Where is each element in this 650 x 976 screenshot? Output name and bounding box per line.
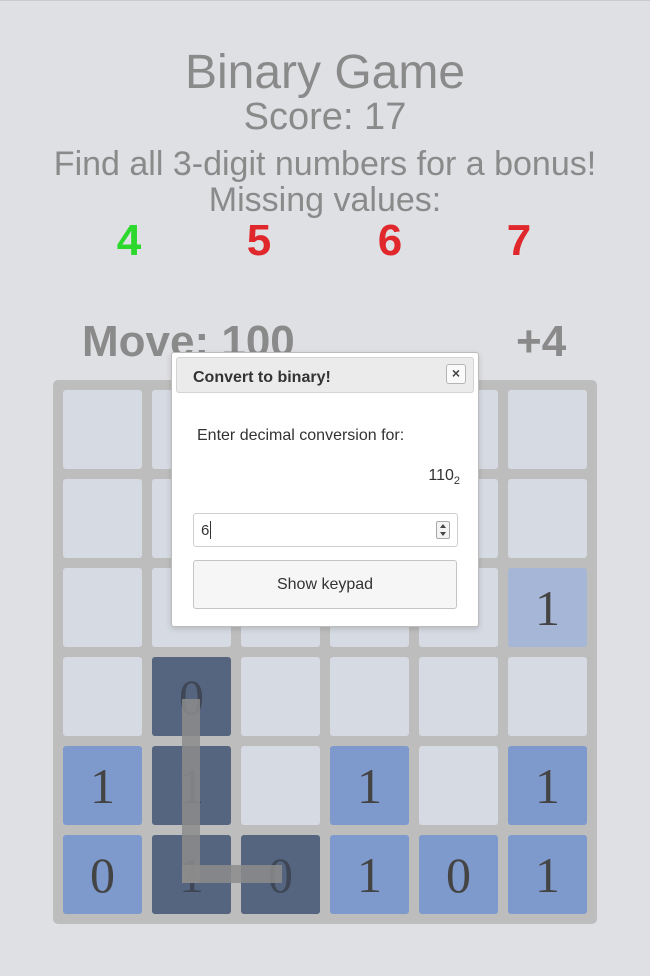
move-bonus: +4 (516, 317, 567, 366)
board-cell[interactable] (241, 657, 320, 736)
board-cell[interactable] (330, 657, 409, 736)
decimal-input[interactable]: 6 (193, 513, 458, 547)
decimal-input-value: 6 (201, 522, 210, 539)
bonus-hint: Find all 3-digit numbers for a bonus! (53, 145, 597, 183)
score-display: Score: 17 (243, 96, 407, 138)
board-cell[interactable] (419, 657, 498, 736)
board-cell[interactable]: 1 (330, 746, 409, 825)
board-cell[interactable] (508, 390, 587, 469)
selection-path (182, 865, 282, 883)
board-cell[interactable]: 1 (508, 835, 587, 914)
board-cell[interactable]: 1 (508, 746, 587, 825)
missing-value: 5 (246, 216, 272, 265)
selection-path (182, 699, 200, 883)
board-cell[interactable] (241, 746, 320, 825)
board-cell[interactable]: 0 (419, 835, 498, 914)
spinner-up-icon[interactable] (440, 524, 446, 528)
spinner-down-icon[interactable] (440, 532, 446, 536)
board-cell[interactable] (63, 390, 142, 469)
board-cell[interactable]: 1 (330, 835, 409, 914)
text-caret (210, 521, 211, 539)
dialog-header: Convert to binary! × (176, 357, 474, 393)
board-cell[interactable] (63, 568, 142, 647)
board-cell[interactable]: 0 (63, 835, 142, 914)
number-spinner[interactable] (436, 521, 450, 539)
board-cell[interactable] (508, 479, 587, 558)
board-cell[interactable]: 1 (63, 746, 142, 825)
board-cell[interactable]: 1 (508, 568, 587, 647)
board-cell[interactable] (63, 479, 142, 558)
missing-value: 7 (506, 216, 532, 265)
convert-dialog: Convert to binary! × Enter decimal conve… (171, 352, 479, 627)
dialog-title: Convert to binary! (193, 369, 331, 386)
missing-values-label: Missing values: (208, 181, 442, 219)
binary-number: 1102 (428, 467, 460, 487)
board-cell[interactable] (63, 657, 142, 736)
missing-value: 6 (377, 216, 403, 265)
dialog-prompt: Enter decimal conversion for: (197, 427, 405, 444)
missing-value: 4 (116, 216, 142, 265)
binary-base: 2 (453, 475, 460, 488)
board-cell[interactable] (508, 657, 587, 736)
game-title: Binary Game (184, 46, 466, 99)
board-cell[interactable] (419, 746, 498, 825)
close-icon[interactable]: × (446, 364, 466, 384)
show-keypad-button[interactable]: Show keypad (193, 560, 457, 609)
binary-digits: 110 (428, 467, 454, 484)
